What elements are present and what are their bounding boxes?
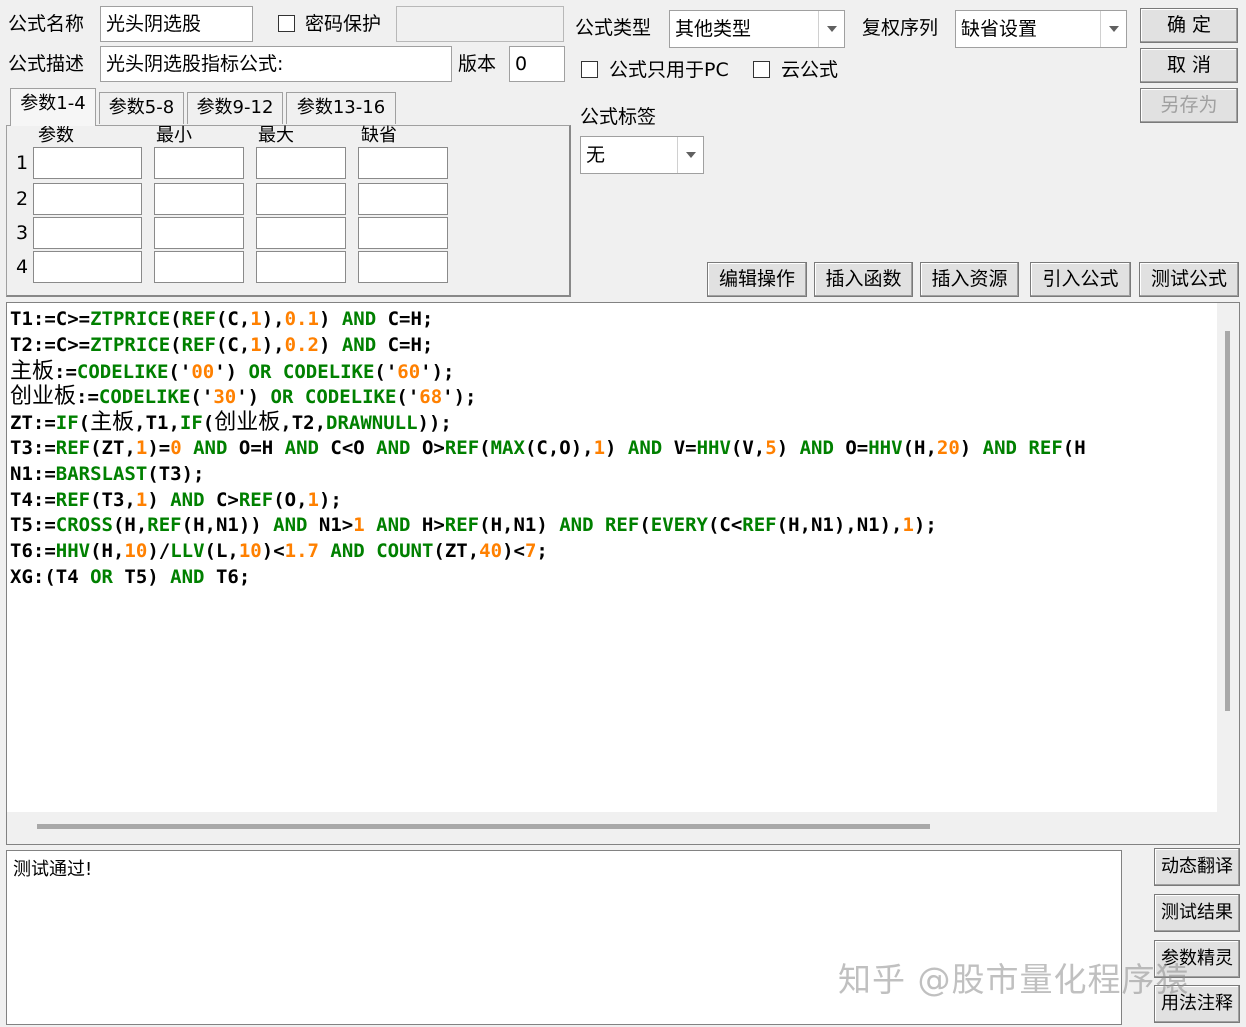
param-min-input[interactable] xyxy=(154,183,244,215)
cloud-formula-checkbox[interactable] xyxy=(753,61,770,78)
param-min-input[interactable] xyxy=(154,217,244,249)
code-line[interactable]: T1:=C>=ZTPRICE(REF(C,1),0.1) AND C=H; xyxy=(10,307,1213,333)
insert-function-button[interactable]: 插入函数 xyxy=(814,262,913,297)
param-row-number: 2 xyxy=(16,188,29,210)
param-max-input[interactable] xyxy=(256,217,346,249)
tab-params-13-16[interactable]: 参数13-16 xyxy=(286,92,396,124)
cancel-button[interactable]: 取 消 xyxy=(1140,48,1238,83)
watermark: 知乎 @股市量化程序猿 xyxy=(838,960,1190,999)
edit-operation-button[interactable]: 编辑操作 xyxy=(707,262,807,297)
formula-type-value: 其他类型 xyxy=(675,18,752,40)
code-line[interactable]: XG:(T4 OR T5) AND T6; xyxy=(10,565,1213,591)
param-default-input[interactable] xyxy=(358,251,448,283)
code-line[interactable]: T5:=CROSS(H,REF(H,N1)) AND N1>1 AND H>RE… xyxy=(10,513,1213,539)
chevron-down-icon[interactable] xyxy=(1100,11,1126,47)
code-line[interactable]: N1:=BARSLAST(T3); xyxy=(10,462,1213,488)
param-name-input[interactable] xyxy=(33,251,142,283)
code-editor[interactable]: T1:=C>=ZTPRICE(REF(C,1),0.1) AND C=H; T2:… xyxy=(6,302,1240,845)
version-label: 版本 xyxy=(458,53,497,75)
import-formula-button[interactable]: 引入公式 xyxy=(1030,262,1131,297)
param-header-name: 参数 xyxy=(38,125,74,146)
param-default-input[interactable] xyxy=(358,217,448,249)
param-name-input[interactable] xyxy=(33,217,142,249)
param-min-input[interactable] xyxy=(154,251,244,283)
formula-type-label: 公式类型 xyxy=(575,17,652,39)
code-line[interactable]: ZT:=IF(主板,T1,IF(创业板,T2,DRAWNULL)); xyxy=(10,410,1213,436)
formula-desc-label: 公式描述 xyxy=(8,53,85,75)
test-result-button[interactable]: 测试结果 xyxy=(1154,894,1240,932)
password-checkbox[interactable] xyxy=(278,15,295,32)
vertical-scrollbar[interactable] xyxy=(1217,303,1239,813)
save-as-button: 另存为 xyxy=(1140,88,1238,123)
dynamic-translate-button[interactable]: 动态翻译 xyxy=(1154,848,1240,886)
code-line[interactable]: T2:=C>=ZTPRICE(REF(C,1),0.2) AND C=H; xyxy=(10,333,1213,359)
result-text: 测试通过! xyxy=(13,859,93,880)
code-text[interactable]: T1:=C>=ZTPRICE(REF(C,1),0.1) AND C=H; T2:… xyxy=(10,307,1213,591)
param-min-input[interactable] xyxy=(154,147,244,179)
param-header-max: 最大 xyxy=(258,125,294,146)
tab-params-5-8[interactable]: 参数5-8 xyxy=(99,92,184,124)
cloud-formula-label: 云公式 xyxy=(781,59,839,81)
param-default-input[interactable] xyxy=(358,147,448,179)
restore-series-select[interactable]: 缺省设置 xyxy=(955,10,1127,48)
param-max-input[interactable] xyxy=(256,251,346,283)
tab-params-9-12[interactable]: 参数9-12 xyxy=(187,92,283,124)
password-label: 密码保护 xyxy=(305,13,382,35)
pc-only-checkbox[interactable] xyxy=(581,61,598,78)
param-row-number: 4 xyxy=(16,256,29,278)
scroll-thumb[interactable] xyxy=(1225,331,1230,711)
param-max-input[interactable] xyxy=(256,147,346,179)
param-max-input[interactable] xyxy=(256,183,346,215)
formula-tag-select[interactable]: 无 xyxy=(580,136,704,174)
param-default-input[interactable] xyxy=(358,183,448,215)
password-input xyxy=(396,6,564,42)
chevron-down-icon[interactable] xyxy=(818,11,844,47)
param-row-number: 1 xyxy=(16,152,29,174)
test-formula-button[interactable]: 测试公式 xyxy=(1139,262,1239,297)
tab-params-1-4[interactable]: 参数1-4 xyxy=(10,88,96,126)
scrollbar-corner xyxy=(1217,812,1239,844)
code-line[interactable]: T4:=REF(T3,1) AND C>REF(O,1); xyxy=(10,488,1213,514)
horizontal-scrollbar[interactable] xyxy=(7,812,1217,844)
formula-name-label: 公式名称 xyxy=(8,13,85,35)
chevron-down-icon[interactable] xyxy=(677,137,703,173)
insert-resource-button[interactable]: 插入资源 xyxy=(920,262,1019,297)
formula-tag-label: 公式标签 xyxy=(580,106,657,128)
code-line[interactable]: 创业板:=CODELIKE('30') OR CODELIKE('68'); xyxy=(10,384,1213,410)
version-input[interactable]: 0 xyxy=(509,46,565,82)
formula-type-select[interactable]: 其他类型 xyxy=(669,10,845,48)
param-row-number: 3 xyxy=(16,222,29,244)
code-line[interactable]: T6:=HHV(H,10)/LLV(L,10)<1.7 AND COUNT(ZT… xyxy=(10,539,1213,565)
param-header-default: 缺省 xyxy=(361,125,397,146)
code-line[interactable]: 主板:=CODELIKE('00') OR CODELIKE('60'); xyxy=(10,359,1213,385)
restore-series-value: 缺省设置 xyxy=(961,18,1038,40)
formula-tag-value: 无 xyxy=(586,144,606,166)
param-header-min: 最小 xyxy=(156,125,192,146)
scroll-thumb[interactable] xyxy=(37,824,930,829)
param-name-input[interactable] xyxy=(33,147,142,179)
param-name-input[interactable] xyxy=(33,183,142,215)
ok-button[interactable]: 确 定 xyxy=(1140,8,1238,43)
code-line[interactable]: T3:=REF(ZT,1)=0 AND O=H AND C<O AND O>RE… xyxy=(10,436,1213,462)
formula-name-input[interactable]: 光头阴选股 xyxy=(100,6,253,42)
restore-series-label: 复权序列 xyxy=(862,17,939,39)
pc-only-label: 公式只用于PC xyxy=(609,59,729,81)
formula-desc-input[interactable]: 光头阴选股指标公式: xyxy=(100,46,452,82)
